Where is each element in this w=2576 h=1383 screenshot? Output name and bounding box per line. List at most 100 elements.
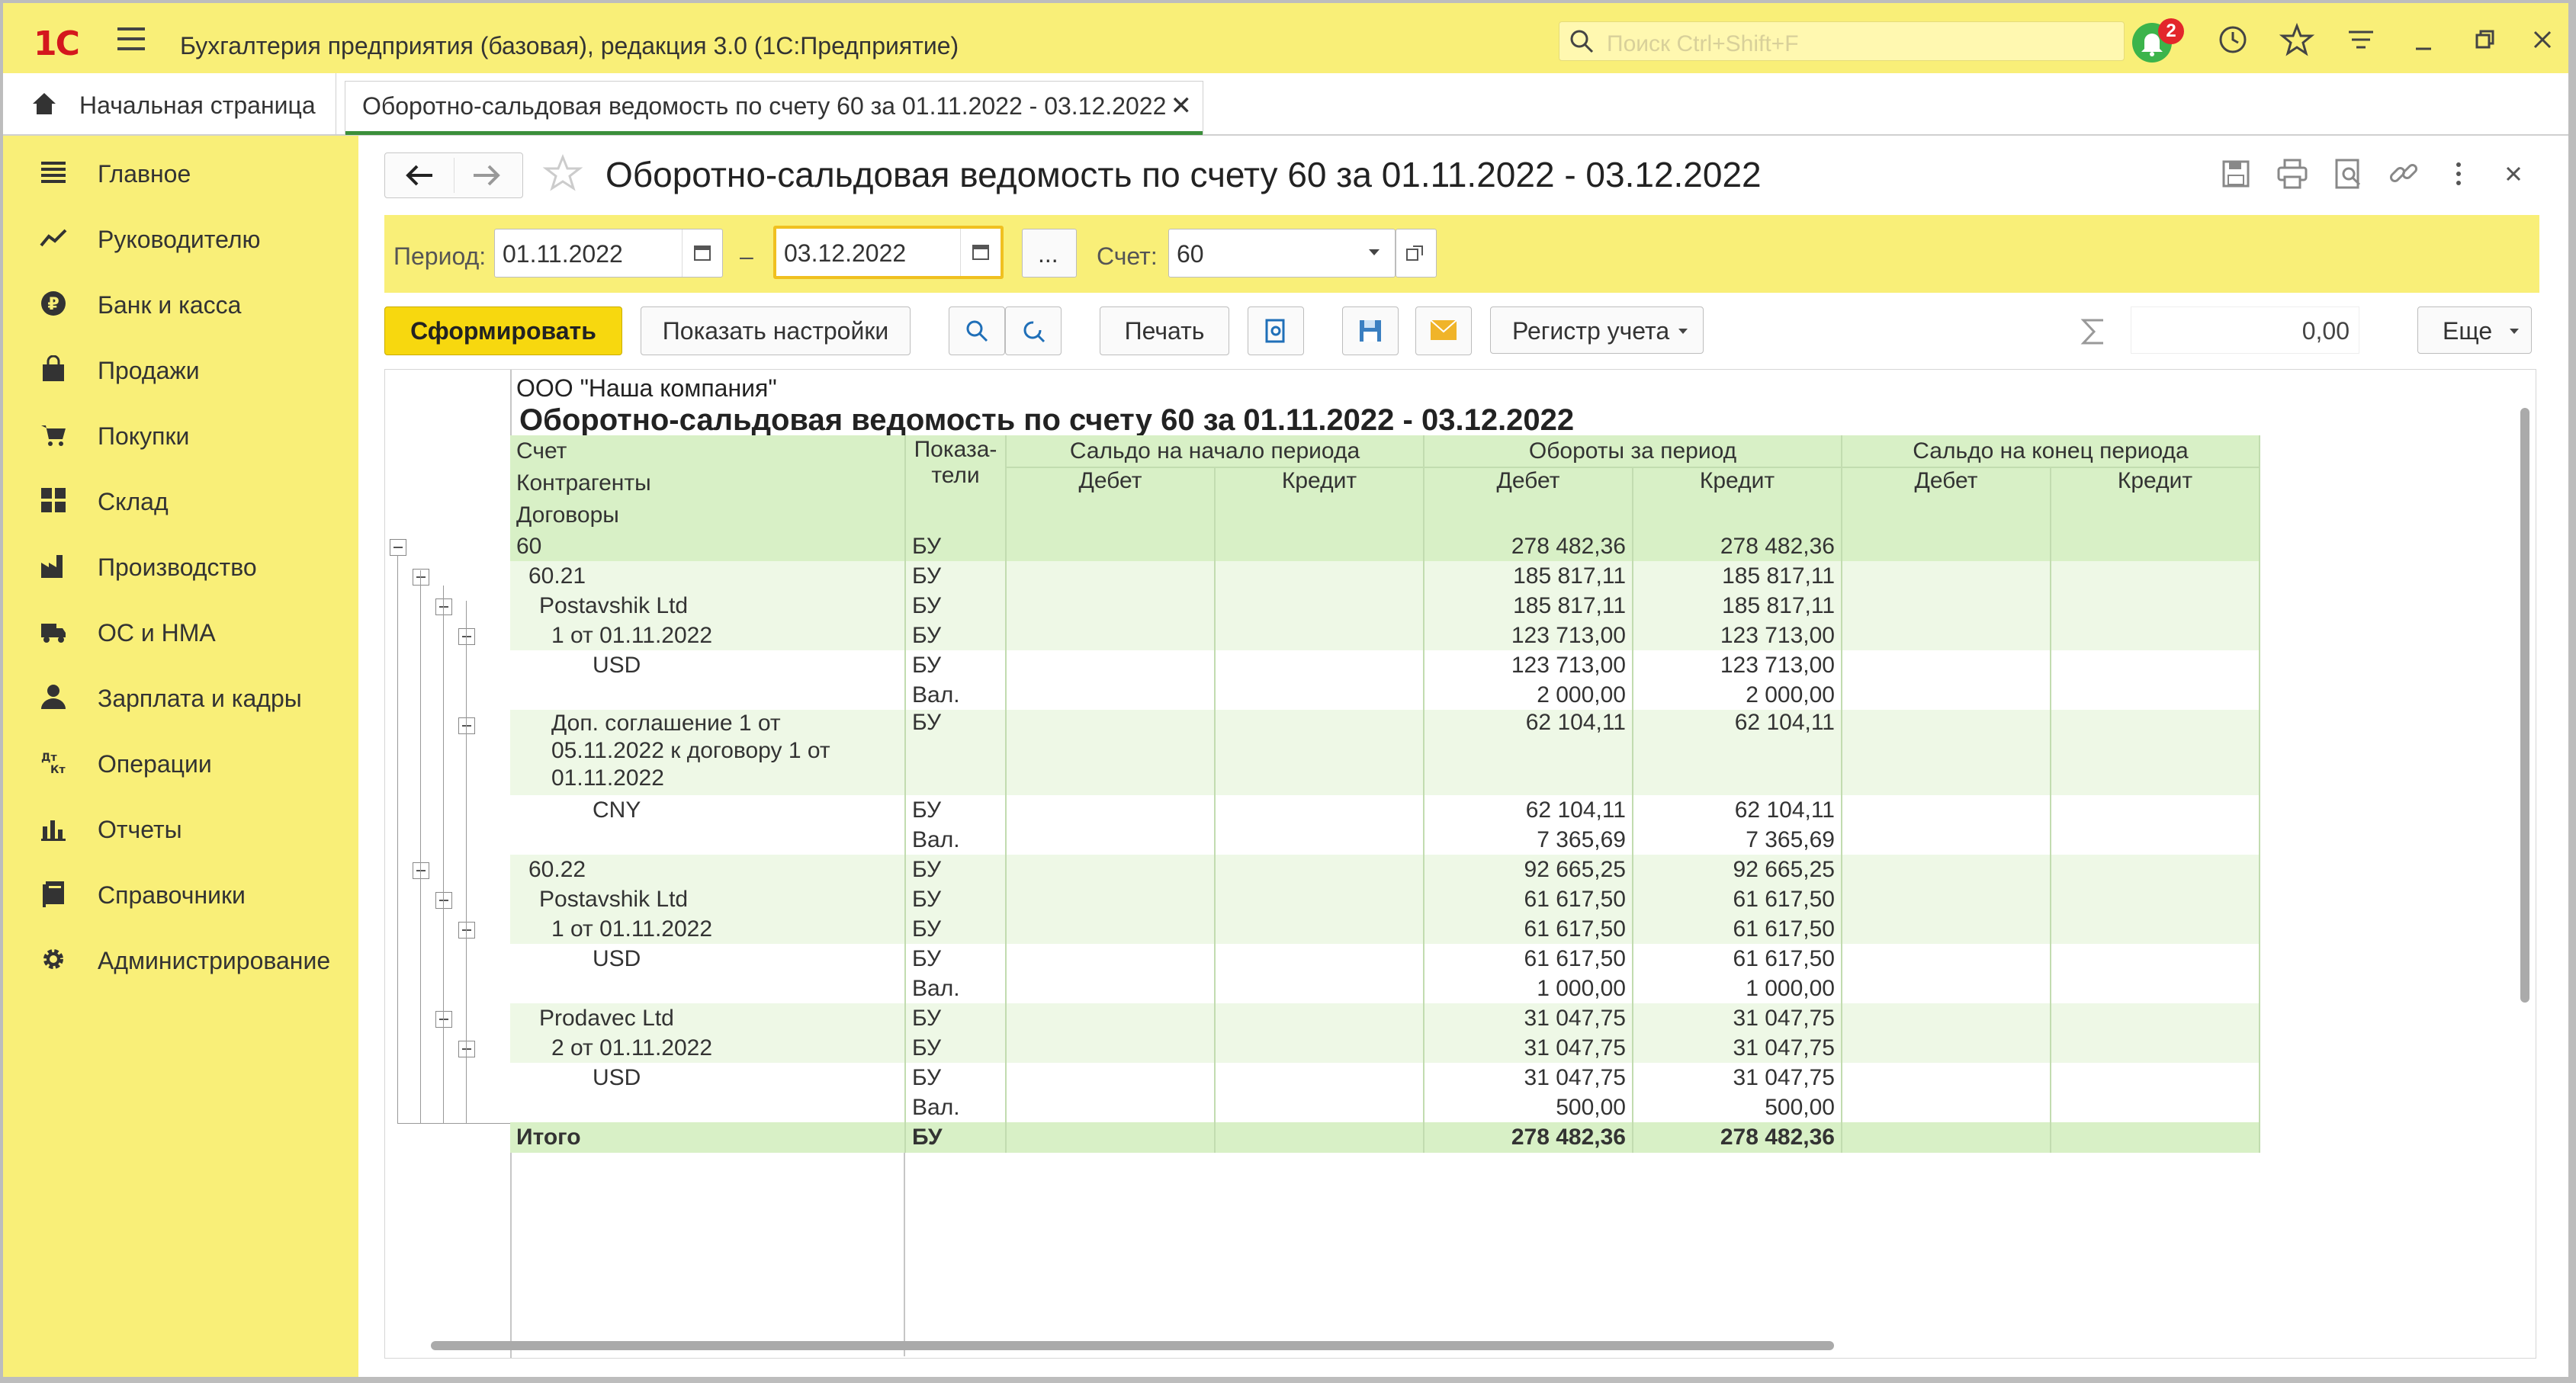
table-row[interactable]: 60.21 БУ 185 817,11 185 817,11 xyxy=(510,561,2260,591)
minimize-icon[interactable] xyxy=(2402,18,2445,61)
sidebar-item-hr[interactable]: Зарплата и кадры xyxy=(3,666,358,727)
row-name: 1 от 01.11.2022 xyxy=(510,621,906,650)
sidebar-item-bank[interactable]: ₽ Банк и касса xyxy=(3,273,358,334)
sidebar-item-operations[interactable]: Дт Кт Операции xyxy=(3,732,358,793)
row-name: Postavshik Ltd xyxy=(510,591,906,621)
collapse-toggle[interactable] xyxy=(413,569,429,586)
send-email-button[interactable] xyxy=(1415,306,1472,355)
table-row[interactable]: Вал. 500,00 500,00 xyxy=(510,1093,2260,1122)
close-tab-icon[interactable]: ✕ xyxy=(1171,91,1193,121)
table-row[interactable]: Вал. 7 365,69 7 365,69 xyxy=(510,825,2260,855)
total-label: Итого xyxy=(510,1122,906,1153)
date-from-input[interactable]: 01.11.2022 xyxy=(494,229,723,278)
restore-icon[interactable] xyxy=(2463,18,2506,61)
row-turnover-credit: 61 617,50 xyxy=(1633,914,1842,944)
sidebar-item-warehouse[interactable]: Склад xyxy=(3,470,358,531)
search-input[interactable]: Поиск Ctrl+Shift+F xyxy=(1559,21,2125,61)
favorites-star-icon[interactable] xyxy=(2276,18,2318,61)
row-turnover-debit: 185 817,11 xyxy=(1424,591,1633,621)
collapse-toggle[interactable] xyxy=(413,862,429,879)
register-dropdown[interactable]: Регистр учета xyxy=(1490,306,1704,354)
row-turnover-debit: 1 000,00 xyxy=(1424,974,1633,1003)
table-row[interactable]: Postavshik Ltd БУ 185 817,11 185 817,11 xyxy=(510,591,2260,621)
period-select-button[interactable]: ... xyxy=(1022,229,1077,278)
more-dropdown[interactable]: Еще xyxy=(2417,306,2532,354)
sidebar-item-sales[interactable]: Продажи xyxy=(3,339,358,399)
tab-home[interactable]: Начальная страница xyxy=(3,73,336,134)
collapse-toggle[interactable] xyxy=(458,922,475,939)
sum-icon xyxy=(2080,319,2103,345)
find-button[interactable] xyxy=(949,306,1005,355)
preview-icon[interactable] xyxy=(2332,157,2366,191)
scrollbar-thumb[interactable] xyxy=(431,1341,1834,1350)
table-row[interactable]: 1 от 01.11.2022 БУ 61 617,50 61 617,50 xyxy=(510,914,2260,944)
save-file-button[interactable] xyxy=(1342,306,1399,355)
table-row[interactable]: CNY БУ 62 104,11 62 104,11 xyxy=(510,795,2260,825)
scrollbar-thumb[interactable] xyxy=(2520,408,2529,1003)
table-row[interactable]: 60 БУ 278 482,36 278 482,36 xyxy=(510,531,2260,561)
generate-button[interactable]: Сформировать xyxy=(384,306,622,355)
table-row[interactable]: Postavshik Ltd БУ 61 617,50 61 617,50 xyxy=(510,884,2260,914)
sidebar-item-catalogs[interactable]: Справочники xyxy=(3,863,358,924)
report-spreadsheet[interactable]: ООО "Наша компания" Оборотно-сальдовая в… xyxy=(384,369,2536,1359)
header-indicators: Показа- тели xyxy=(905,435,1007,531)
row-indicator: БУ xyxy=(905,591,1007,621)
collapse-toggle[interactable] xyxy=(435,892,452,909)
sidebar-item-admin[interactable]: Администрирование xyxy=(3,929,358,990)
table-row[interactable]: USD БУ 61 617,50 61 617,50 xyxy=(510,944,2260,974)
collapse-toggle[interactable] xyxy=(435,598,452,615)
print-icon[interactable] xyxy=(2276,157,2309,191)
open-account-icon[interactable] xyxy=(1396,229,1437,278)
row-turnover-debit: 31 047,75 xyxy=(1424,1033,1633,1063)
horizontal-scrollbar[interactable] xyxy=(431,1340,2414,1352)
collapse-toggle[interactable] xyxy=(458,1041,475,1057)
vertical-scrollbar[interactable] xyxy=(2519,408,2531,1338)
register-label: Регистр учета xyxy=(1512,317,1670,345)
main-menu-icon[interactable] xyxy=(117,27,145,50)
table-row[interactable]: 1 от 01.11.2022 БУ 123 713,00 123 713,00 xyxy=(510,621,2260,650)
favorite-star-icon[interactable] xyxy=(541,152,584,195)
filter-menu-icon[interactable] xyxy=(2340,18,2382,61)
close-window-icon[interactable] xyxy=(2521,18,2564,61)
calendar-icon[interactable] xyxy=(682,229,722,277)
empty-cell xyxy=(1215,621,1425,650)
find-next-button[interactable] xyxy=(1005,306,1062,355)
sidebar-item-manager[interactable]: Руководителю xyxy=(3,207,358,268)
link-icon[interactable] xyxy=(2387,157,2420,191)
save-icon[interactable] xyxy=(2219,157,2253,191)
calendar-icon[interactable] xyxy=(960,229,1001,276)
tab-report[interactable]: Оборотно-сальдовая ведомость по счету 60… xyxy=(345,81,1203,135)
table-row[interactable]: Вал. 1 000,00 1 000,00 xyxy=(510,974,2260,1003)
print-button[interactable]: Печать xyxy=(1100,306,1229,355)
collapse-toggle[interactable] xyxy=(458,628,475,645)
table-row[interactable]: USD БУ 123 713,00 123 713,00 xyxy=(510,650,2260,680)
table-row[interactable]: Доп. соглашение 1 от 05.11.2022 к догово… xyxy=(510,710,2260,795)
table-row[interactable]: Вал. 2 000,00 2 000,00 xyxy=(510,680,2260,710)
history-icon[interactable] xyxy=(2211,18,2254,61)
date-to-input[interactable]: 03.12.2022 xyxy=(773,226,1004,279)
show-settings-button[interactable]: Показать настройки xyxy=(641,306,911,355)
collapse-toggle[interactable] xyxy=(435,1011,452,1028)
chevron-down-icon[interactable] xyxy=(1355,229,1395,277)
sidebar-item-reports[interactable]: Отчеты xyxy=(3,797,358,858)
sidebar-item-production[interactable]: Производство xyxy=(3,535,358,596)
sidebar-item-main[interactable]: Главное xyxy=(3,142,358,203)
sidebar-item-purchases[interactable]: Покупки xyxy=(3,404,358,465)
notifications-button[interactable]: 2 xyxy=(2131,18,2184,63)
table-row[interactable]: Prodavec Ltd БУ 31 047,75 31 047,75 xyxy=(510,1003,2260,1033)
sidebar-item-assets[interactable]: ОС и НМА xyxy=(3,601,358,662)
forward-arrow-icon[interactable] xyxy=(471,162,504,188)
account-select[interactable]: 60 xyxy=(1168,229,1396,278)
factory-icon xyxy=(41,555,63,578)
preview-button[interactable] xyxy=(1248,306,1304,355)
close-form-icon[interactable] xyxy=(2497,157,2530,191)
table-row[interactable]: USD БУ 31 047,75 31 047,75 xyxy=(510,1063,2260,1093)
row-name xyxy=(510,825,906,855)
collapse-toggle[interactable] xyxy=(390,539,406,556)
table-row[interactable]: 2 от 01.11.2022 БУ 31 047,75 31 047,75 xyxy=(510,1033,2260,1063)
back-arrow-icon[interactable] xyxy=(402,162,435,188)
table-row[interactable]: 60.22 БУ 92 665,25 92 665,25 xyxy=(510,855,2260,884)
more-vertical-icon[interactable] xyxy=(2442,157,2475,191)
collapse-toggle[interactable] xyxy=(458,717,475,734)
empty-cell xyxy=(1842,974,2051,1003)
